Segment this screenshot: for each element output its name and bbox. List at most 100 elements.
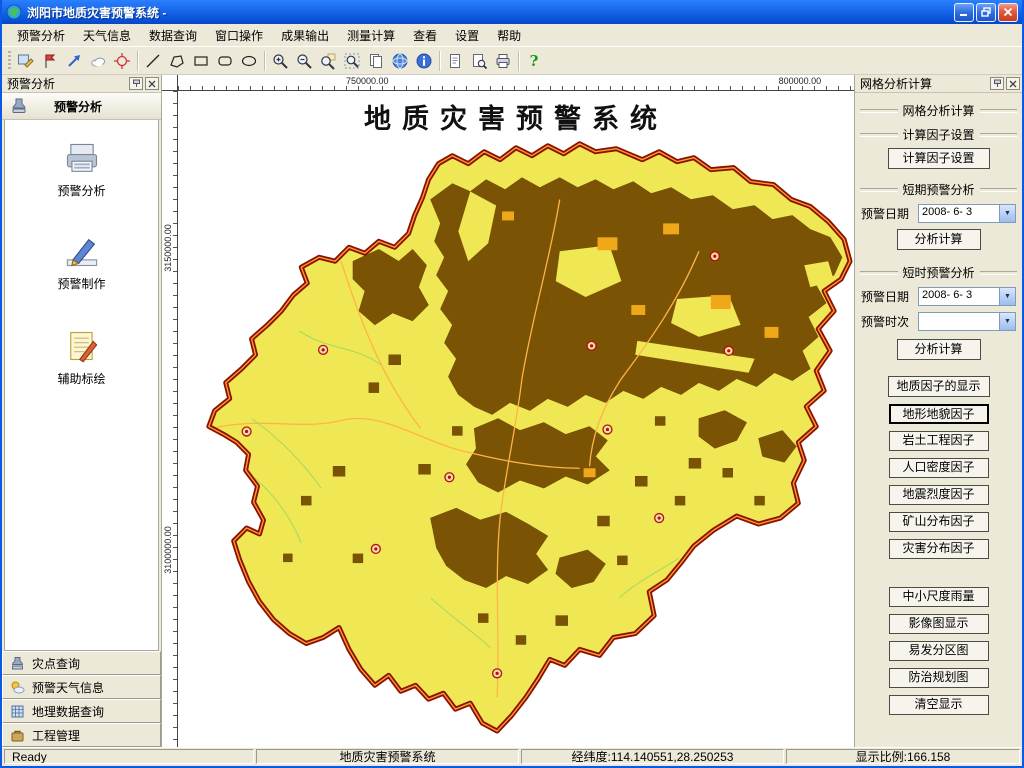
close-button[interactable] [998, 3, 1018, 22]
short-time-analyze-button[interactable]: 分析计算 [897, 339, 981, 360]
zoom-window-icon[interactable] [316, 49, 340, 73]
pin-icon[interactable] [129, 77, 143, 90]
restore-icon [981, 7, 992, 17]
button-clear-display[interactable]: 清空显示 [889, 695, 989, 715]
group-bar-geo-data-query[interactable]: 地理数据查询 [2, 699, 161, 723]
close-panel-icon[interactable] [1006, 77, 1020, 90]
status-display-scale: 显示比例:166.158 [786, 749, 1020, 764]
left-item-warning-making[interactable]: 预警制作 [32, 235, 132, 292]
right-panel-header: 网格分析计算 [855, 75, 1022, 93]
notepad-icon [64, 328, 100, 364]
draw-polygon-icon[interactable] [165, 49, 189, 73]
menu-item-view[interactable]: 查看 [404, 25, 446, 46]
view-previous-icon[interactable] [364, 49, 388, 73]
menu-item-window-ops[interactable]: 窗口操作 [206, 25, 272, 46]
status-bar: Ready 地质灾害预警系统 经纬度:114.140551,28.250253 … [2, 747, 1022, 766]
chevron-down-icon[interactable]: ▼ [999, 205, 1015, 222]
draw-rect-icon[interactable] [189, 49, 213, 73]
group-bar-warning-weather[interactable]: 预警天气信息 [2, 675, 161, 699]
chevron-down-icon[interactable]: ▼ [999, 288, 1015, 305]
printer-icon [63, 142, 101, 176]
ruler-left: 3150000.00 3100000.00 [162, 91, 178, 747]
button-image-display[interactable]: 影像图显示 [889, 614, 989, 634]
short-term-date-combobox[interactable]: 2008- 6- 3 ▼ [918, 204, 1016, 223]
weather-icon [10, 680, 25, 695]
factor-button-terrain[interactable]: 地形地貌因子 [889, 404, 989, 424]
group-bar-label: 预警天气信息 [32, 679, 104, 696]
short-term-date-row: 预警日期 2008- 6- 3 ▼ [861, 204, 1016, 223]
help-icon[interactable]: ? [522, 49, 546, 73]
left-item-warning-analysis[interactable]: 预警分析 [32, 142, 132, 199]
identify-info-icon[interactable] [412, 49, 436, 73]
menu-item-warning-analysis[interactable]: 预警分析 [8, 25, 74, 46]
left-bottom-groups: 灾点查询 预警天气信息 地理数据查询 [2, 651, 161, 747]
menu-item-help[interactable]: 帮助 [488, 25, 530, 46]
close-panel-icon[interactable] [145, 77, 159, 90]
draw-ellipse-icon[interactable] [237, 49, 261, 73]
zoom-in-icon[interactable] [268, 49, 292, 73]
cloud-icon[interactable] [86, 49, 110, 73]
left-category-label: 预警分析 [54, 98, 102, 115]
draw-roundrect-icon[interactable] [213, 49, 237, 73]
ruler-corner [162, 75, 178, 91]
toolbar-grip[interactable] [8, 51, 11, 71]
factor-button-seismic[interactable]: 地震烈度因子 [889, 485, 989, 505]
close-icon [1003, 7, 1013, 17]
draw-line-icon[interactable] [141, 49, 165, 73]
zoom-full-icon[interactable] [340, 49, 364, 73]
group-bar-label: 地理数据查询 [32, 703, 104, 720]
status-ready: Ready [4, 749, 254, 764]
minimize-button[interactable] [954, 3, 974, 22]
snap-arrow-icon[interactable] [62, 49, 86, 73]
short-time-period-row: 预警时次 ▼ [861, 312, 1016, 331]
menu-item-result-output[interactable]: 成果输出 [272, 25, 338, 46]
app-icon [6, 4, 22, 20]
map-edit-icon[interactable] [14, 49, 38, 73]
left-item-label: 预警分析 [57, 182, 105, 199]
short-term-analyze-button[interactable]: 分析计算 [897, 229, 981, 250]
group-bar-disaster-query[interactable]: 灾点查询 [2, 651, 161, 675]
factor-button-population[interactable]: 人口密度因子 [889, 458, 989, 478]
factor-display-header-button[interactable]: 地质因子的显示 [888, 376, 990, 397]
status-coordinates: 经纬度:114.140551,28.250253 [521, 749, 784, 764]
button-meso-rainfall[interactable]: 中小尺度雨量 [889, 587, 989, 607]
short-time-period-label: 预警时次 [861, 313, 909, 330]
center-map-icon[interactable] [110, 49, 134, 73]
hazard-map[interactable] [178, 91, 854, 747]
print-preview-icon[interactable] [467, 49, 491, 73]
section-short-term: 短期预警分析 [860, 181, 1017, 198]
section-grid-analysis: 网格分析计算 [860, 102, 1017, 119]
left-panel: 预警分析 预警分析 [2, 75, 162, 747]
menu-item-data-query[interactable]: 数据查询 [140, 25, 206, 46]
short-time-period-combobox[interactable]: ▼ [918, 312, 1016, 331]
seal-icon [10, 656, 25, 671]
menu-bar: 预警分析 天气信息 数据查询 窗口操作 成果输出 测量计算 查看 设置 帮助 [2, 24, 1022, 46]
title-bar: 浏阳市地质灾害预警系统 - [2, 0, 1022, 24]
left-category-header[interactable]: 预警分析 [2, 93, 161, 120]
short-term-date-value: 2008- 6- 3 [919, 205, 999, 222]
chevron-down-icon[interactable]: ▼ [999, 313, 1015, 330]
ruler-top: 750000.00 800000.00 [178, 75, 854, 91]
short-time-date-combobox[interactable]: 2008- 6- 3 ▼ [918, 287, 1016, 306]
factor-setting-button[interactable]: 计算因子设置 [888, 148, 990, 169]
button-susceptibility-map[interactable]: 易发分区图 [889, 641, 989, 661]
report-icon[interactable] [443, 49, 467, 73]
menu-item-weather-info[interactable]: 天气信息 [74, 25, 140, 46]
menu-item-settings[interactable]: 设置 [446, 25, 488, 46]
minimize-icon [959, 8, 969, 17]
group-bar-project-manage[interactable]: 工程管理 [2, 723, 161, 747]
zoom-out-icon[interactable] [292, 49, 316, 73]
grid-analysis-panel: 网格分析计算 计算因子设置 计算因子设置 短期预警分析 预警日期 2008- 6… [855, 93, 1022, 747]
full-extent-globe-icon[interactable] [388, 49, 412, 73]
print-icon[interactable] [491, 49, 515, 73]
factor-button-mines[interactable]: 矿山分布因子 [889, 512, 989, 532]
button-prevention-plan-map[interactable]: 防治规划图 [889, 668, 989, 688]
map-canvas[interactable]: 地质灾害预警系统 [178, 91, 854, 747]
restore-button[interactable] [976, 3, 996, 22]
factor-button-geotech[interactable]: 岩土工程因子 [889, 431, 989, 451]
left-item-aux-plotting[interactable]: 辅助标绘 [32, 328, 132, 387]
factor-button-disaster[interactable]: 灾害分布因子 [889, 539, 989, 559]
menu-item-measure-calc[interactable]: 测量计算 [338, 25, 404, 46]
annotate-flag-icon[interactable] [38, 49, 62, 73]
pin-icon[interactable] [990, 77, 1004, 90]
